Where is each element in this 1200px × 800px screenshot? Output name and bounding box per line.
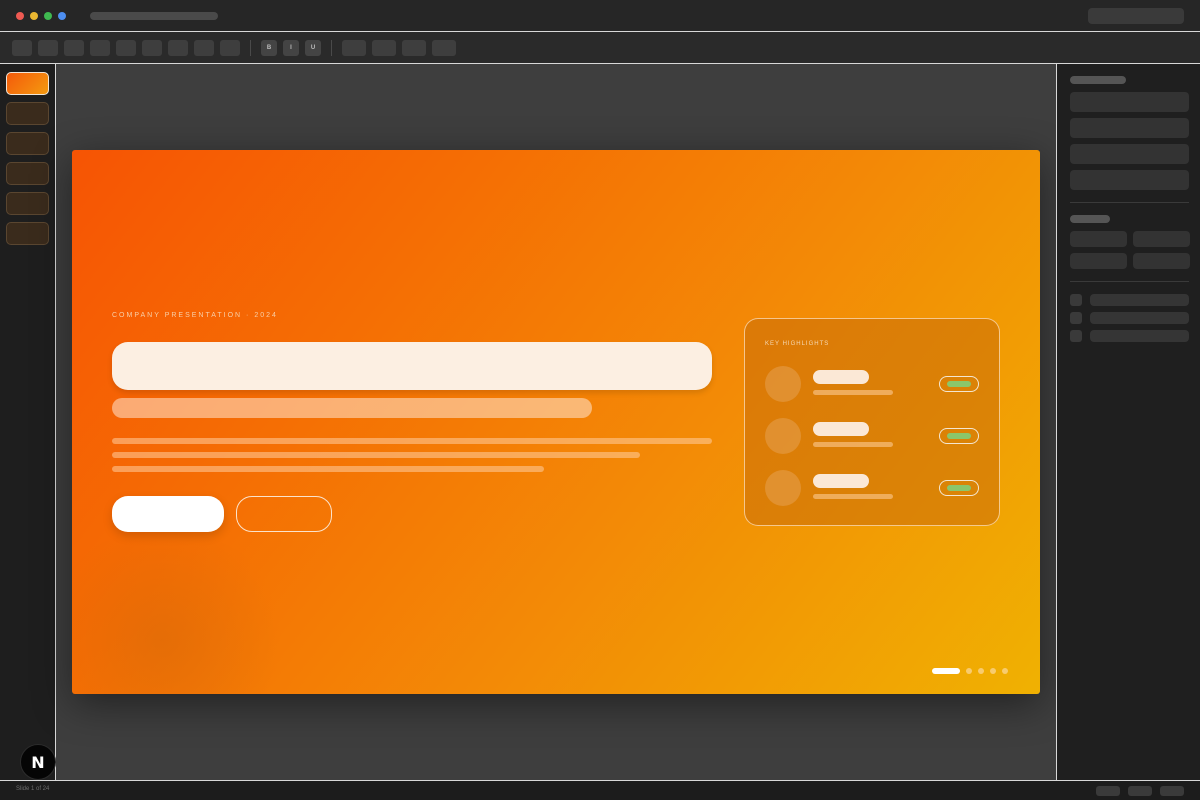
- toolbar-button[interactable]: [372, 40, 396, 56]
- document-title: [90, 12, 218, 20]
- highlight-name: [813, 370, 869, 384]
- avatar: [765, 418, 801, 454]
- toolbar-button[interactable]: [342, 40, 366, 56]
- panel-section-heading: [1070, 215, 1110, 223]
- subheadline-placeholder[interactable]: [112, 398, 592, 418]
- highlights-card: KEY HIGHLIGHTS: [744, 318, 1000, 526]
- slide-counter: Slide 1 of 24: [16, 786, 50, 792]
- toolbar: B I U: [0, 32, 1200, 64]
- checkbox-label: [1090, 312, 1189, 324]
- status-badge: [939, 376, 979, 392]
- slide-thumbnail-4[interactable]: [6, 162, 49, 185]
- avatar: [765, 470, 801, 506]
- properties-panel: [1056, 64, 1200, 780]
- highlight-name: [813, 422, 869, 436]
- toolbar-button[interactable]: [142, 40, 162, 56]
- panel-divider: [1070, 281, 1189, 282]
- body-text-line: [112, 466, 544, 472]
- highlight-subtext: [813, 442, 893, 447]
- slide-thumbnail-2[interactable]: [6, 102, 49, 125]
- highlight-subtext: [813, 494, 893, 499]
- toolbar-button[interactable]: [64, 40, 84, 56]
- checkbox[interactable]: [1070, 294, 1082, 306]
- status-badge: [939, 428, 979, 444]
- share-button[interactable]: [1088, 8, 1184, 24]
- underline-button[interactable]: U: [305, 40, 321, 56]
- headline-placeholder[interactable]: [112, 342, 712, 390]
- extra-window-button[interactable]: [58, 12, 66, 20]
- maximize-window-button[interactable]: [44, 12, 52, 20]
- status-bar: Slide 1 of 24: [0, 780, 1200, 800]
- property-field[interactable]: [1070, 92, 1189, 112]
- status-badge-fill: [947, 381, 971, 387]
- toolbar-button[interactable]: [38, 40, 58, 56]
- slide[interactable]: COMPANY PRESENTATION · 2024 KEY HIGHLIGH…: [72, 150, 1040, 694]
- pagination-dot[interactable]: [1002, 668, 1008, 674]
- panel-section-heading: [1070, 76, 1126, 84]
- property-field-half[interactable]: [1133, 253, 1190, 269]
- title-bar: [0, 0, 1200, 32]
- toolbar-button[interactable]: [432, 40, 456, 56]
- toolbar-button[interactable]: [194, 40, 214, 56]
- property-field[interactable]: [1070, 144, 1189, 164]
- status-button[interactable]: [1096, 786, 1120, 796]
- body-text-line: [112, 452, 640, 458]
- bold-button[interactable]: B: [261, 40, 277, 56]
- toolbar-button[interactable]: [90, 40, 110, 56]
- panel-divider: [1070, 202, 1189, 203]
- pagination-dot-active[interactable]: [932, 668, 960, 674]
- pagination-dot[interactable]: [966, 668, 972, 674]
- toolbar-button[interactable]: [116, 40, 136, 56]
- toolbar-button[interactable]: [220, 40, 240, 56]
- status-badge: [939, 480, 979, 496]
- slide-thumbnail-3[interactable]: [6, 132, 49, 155]
- status-button[interactable]: [1160, 786, 1184, 796]
- toolbar-button[interactable]: [402, 40, 426, 56]
- property-field-half[interactable]: [1070, 253, 1127, 269]
- pagination-dot[interactable]: [978, 668, 984, 674]
- minimize-window-button[interactable]: [30, 12, 38, 20]
- toolbar-button[interactable]: [168, 40, 188, 56]
- checkbox[interactable]: [1070, 312, 1082, 324]
- highlight-row: [765, 418, 981, 454]
- property-field[interactable]: [1070, 170, 1189, 190]
- property-field[interactable]: [1070, 118, 1189, 138]
- secondary-cta-button[interactable]: [236, 496, 332, 532]
- decorative-glow: [72, 530, 292, 694]
- checkbox-label: [1090, 294, 1189, 306]
- checkbox-label: [1090, 330, 1189, 342]
- status-badge-fill: [947, 433, 971, 439]
- slide-thumbnail-5[interactable]: [6, 192, 49, 215]
- status-button[interactable]: [1128, 786, 1152, 796]
- body-text-line: [112, 438, 712, 444]
- highlights-title: KEY HIGHLIGHTS: [765, 341, 830, 347]
- highlight-name: [813, 474, 869, 488]
- slide-eyebrow: COMPANY PRESENTATION · 2024: [112, 312, 278, 319]
- close-window-button[interactable]: [16, 12, 24, 20]
- checkbox[interactable]: [1070, 330, 1082, 342]
- status-badge-fill: [947, 485, 971, 491]
- toolbar-divider: [331, 40, 332, 56]
- highlight-row: [765, 366, 981, 402]
- highlight-subtext: [813, 390, 893, 395]
- primary-cta-button[interactable]: [112, 496, 224, 532]
- slide-thumbnail-1[interactable]: [6, 72, 49, 95]
- toolbar-button[interactable]: [12, 40, 32, 56]
- property-field-half[interactable]: [1133, 231, 1190, 247]
- avatar: [765, 366, 801, 402]
- highlight-row: [765, 470, 981, 506]
- property-field-half[interactable]: [1070, 231, 1127, 247]
- slides-rail: [0, 64, 56, 780]
- app-logo-icon[interactable]: N: [20, 744, 56, 780]
- pagination-dot[interactable]: [990, 668, 996, 674]
- italic-button[interactable]: I: [283, 40, 299, 56]
- slide-thumbnail-6[interactable]: [6, 222, 49, 245]
- toolbar-divider: [250, 40, 251, 56]
